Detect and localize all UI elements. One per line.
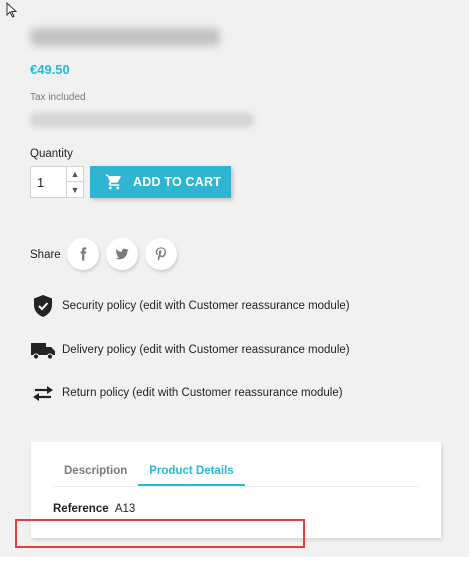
tab-description[interactable]: Description: [53, 458, 138, 486]
decrement-button[interactable]: ▼: [67, 182, 83, 197]
twitter-icon: [115, 248, 129, 260]
chevron-up-icon: ▲: [70, 169, 80, 179]
product-tabs: Description Product Details: [53, 458, 419, 487]
product-title-blurred: [30, 28, 220, 46]
quantity-stepper[interactable]: 1 ▲ ▼: [30, 166, 84, 198]
mouse-cursor-icon: [6, 2, 18, 18]
twitter-share-button[interactable]: [106, 238, 138, 270]
quantity-arrows: ▲ ▼: [66, 167, 83, 197]
reference-row: Reference A13: [53, 503, 135, 515]
pinterest-share-button[interactable]: [145, 238, 177, 270]
annotation-highlight-box: [15, 519, 305, 548]
security-policy-text: Security policy (edit with Customer reas…: [62, 300, 350, 312]
tax-note: Tax included: [30, 92, 86, 103]
product-page: €49.50 Tax included Quantity 1 ▲ ▼ ADD T…: [0, 0, 469, 557]
cart-icon: [105, 174, 121, 190]
blurred-info-line: [30, 113, 254, 127]
reference-value: A13: [114, 503, 136, 515]
exchange-arrows-icon: [33, 386, 53, 401]
security-policy-item: Security policy (edit with Customer reas…: [30, 294, 350, 318]
quantity-input[interactable]: 1: [37, 175, 44, 190]
delivery-policy-item: Delivery policy (edit with Customer reas…: [30, 338, 350, 362]
tab-product-details[interactable]: Product Details: [138, 458, 245, 486]
product-price: €49.50: [30, 62, 70, 77]
return-policy-item: Return policy (edit with Customer reassu…: [30, 381, 343, 405]
shield-icon: [34, 295, 52, 317]
share-label: Share: [30, 249, 61, 261]
truck-icon: [31, 343, 55, 360]
return-policy-text: Return policy (edit with Customer reassu…: [62, 387, 343, 399]
add-to-cart-label: ADD TO CART: [133, 175, 222, 189]
facebook-share-button[interactable]: [67, 238, 99, 270]
reference-label: Reference: [53, 503, 109, 515]
increment-button[interactable]: ▲: [67, 167, 83, 182]
add-to-cart-button[interactable]: ADD TO CART: [90, 166, 231, 198]
pinterest-icon: [155, 247, 166, 261]
chevron-down-icon: ▼: [70, 184, 80, 195]
quantity-label: Quantity: [30, 148, 73, 160]
delivery-policy-text: Delivery policy (edit with Customer reas…: [62, 344, 350, 356]
facebook-icon: [80, 247, 87, 261]
